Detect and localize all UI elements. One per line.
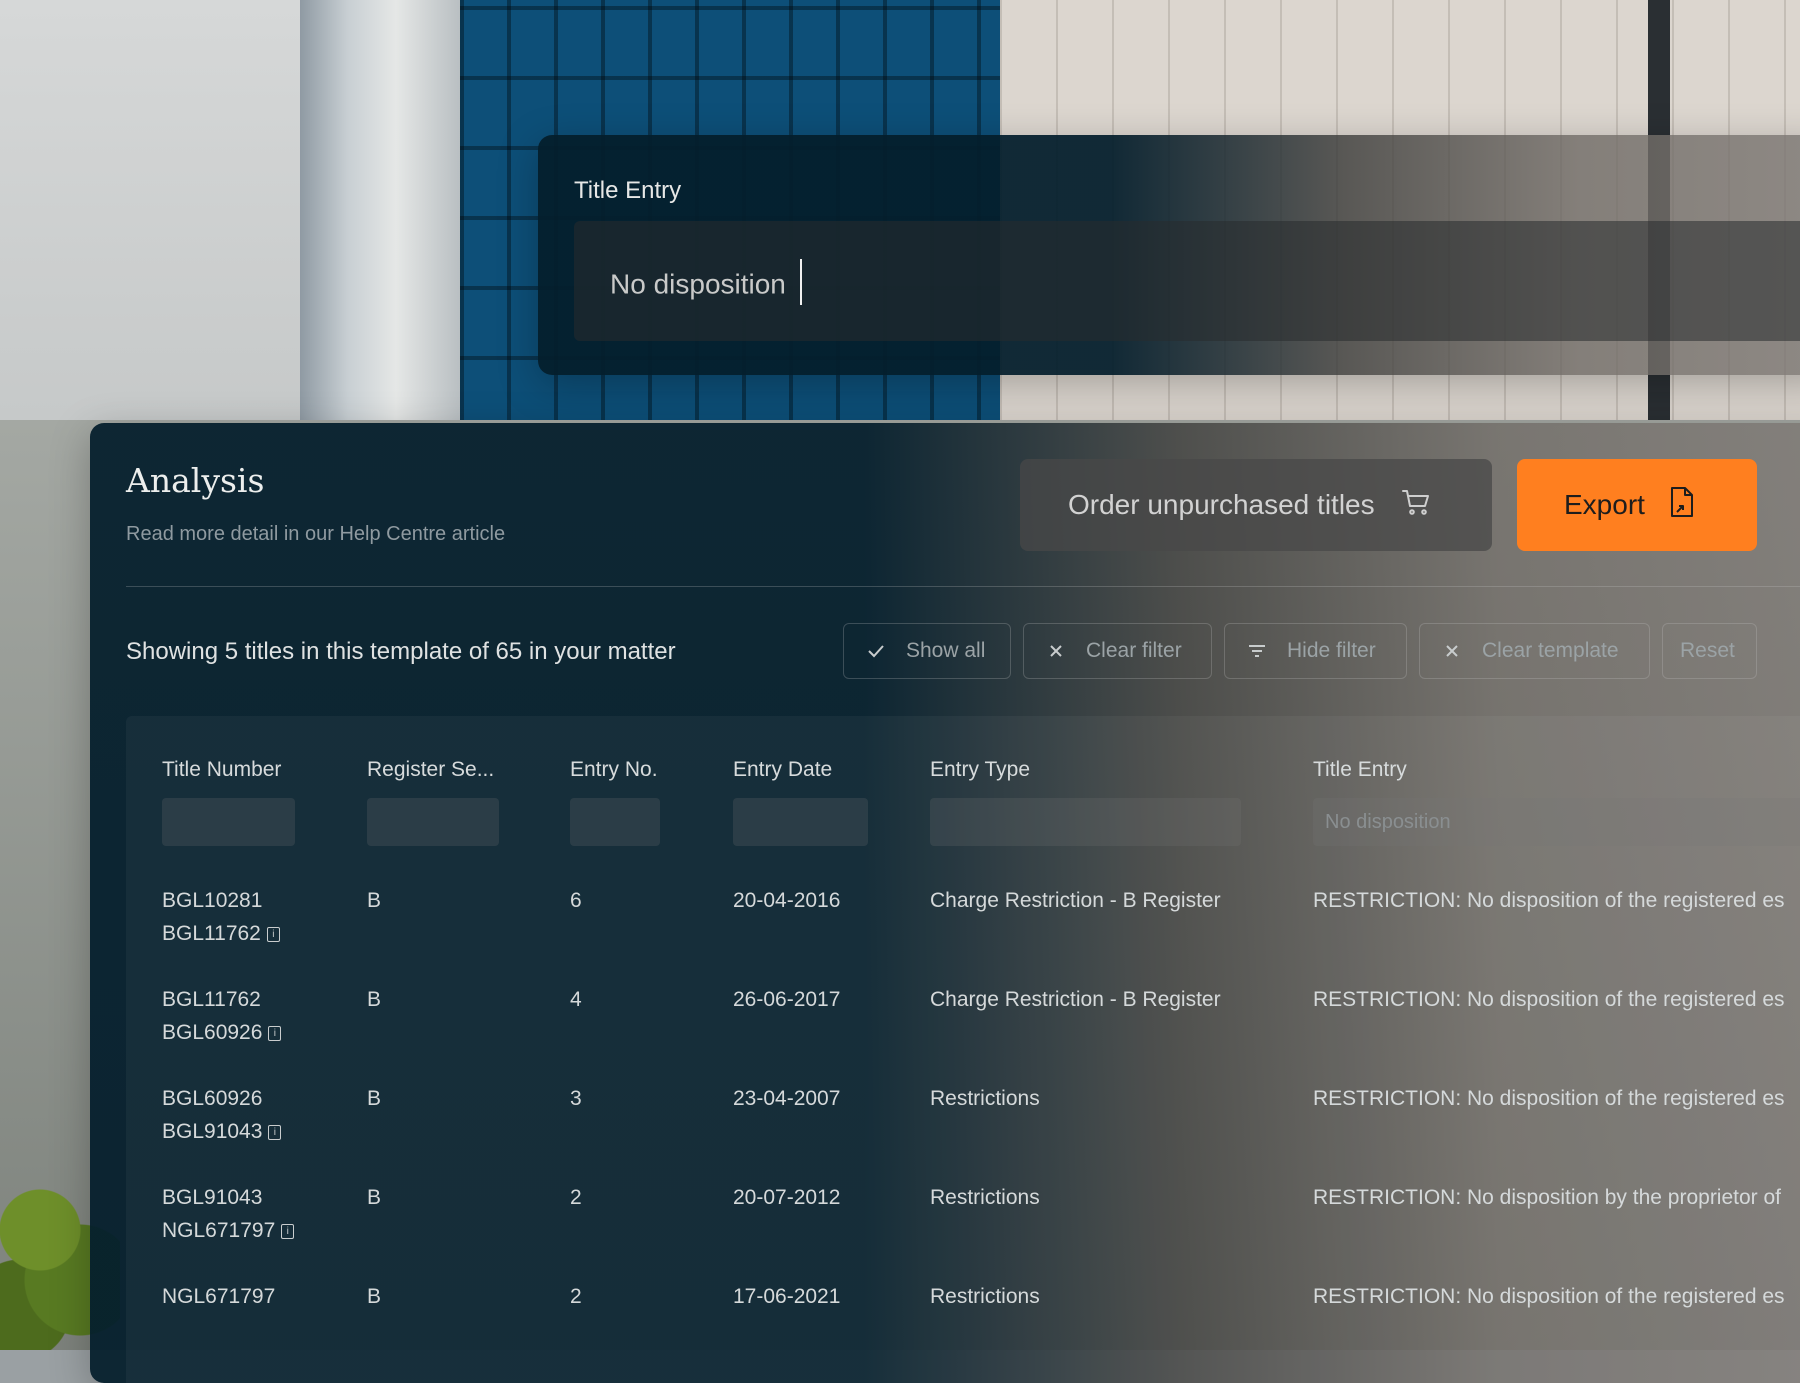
title-entry-card: Title Entry No disposition [538,135,1800,375]
entry-date: 17-06-2021 [733,1285,841,1308]
linked-title-number[interactable]: BGL11762 [162,922,261,945]
reset-button[interactable]: Reset [1662,623,1757,679]
register-section: B [367,1186,382,1209]
entry-no: 2 [570,1186,582,1209]
linked-title-number[interactable]: NGL671797 [162,1219,275,1242]
title-number[interactable]: NGL671797 [162,1280,275,1313]
table-row[interactable]: BGL10281 BGL11762 i B 6 20-04-2016 Charge… [126,884,1800,983]
linked-title-number[interactable]: BGL91043 [162,1120,262,1143]
analysis-panel: Analysis Read more detail in our Help Ce… [90,423,1800,1383]
info-icon[interactable]: i [266,926,280,942]
titles-table: Title Number Register Se... Entry No. En… [126,716,1800,1383]
entry-type: Charge Restriction - B Register [930,988,1221,1011]
title-entry-text: RESTRICTION: No disposition of the regis… [1313,1087,1785,1110]
order-unpurchased-titles-button[interactable]: Order unpurchased titles [1020,459,1492,551]
entry-type: Restrictions [930,1285,1040,1308]
clear-filter-label: Clear filter [1086,639,1182,662]
title-entry-text: RESTRICTION: No disposition by the propr… [1313,1186,1782,1209]
close-icon [1442,641,1462,661]
entry-type-filter-input[interactable] [930,798,1241,846]
column-header-title-number[interactable]: Title Number [162,758,281,782]
export-button[interactable]: Export [1517,459,1757,551]
filter-icon [1247,641,1267,661]
column-header-entry-date[interactable]: Entry Date [733,758,832,782]
column-header-register-section[interactable]: Register Se... [367,758,494,782]
entry-no: 4 [570,988,582,1011]
title-number-filter-input[interactable] [162,798,295,846]
check-icon [866,641,886,661]
table-row[interactable]: BGL60926 BGL91043 i B 3 23-04-2007 Restri… [126,1082,1800,1181]
column-header-entry-no[interactable]: Entry No. [570,758,658,782]
title-entry-text: RESTRICTION: No disposition of the regis… [1313,1285,1785,1308]
reset-label: Reset [1680,639,1735,662]
cart-icon [1401,487,1431,524]
text-caret [799,259,802,305]
register-section: B [367,1087,382,1110]
register-section: B [367,988,382,1011]
export-file-icon [1669,486,1695,525]
entry-type: Charge Restriction - B Register [930,889,1221,912]
title-entry-filter-input[interactable]: No disposition [1313,798,1800,846]
entry-type: Restrictions [930,1186,1040,1209]
close-icon [1046,641,1066,661]
show-all-label: Show all [906,639,986,662]
info-icon[interactable]: i [268,1124,282,1140]
entry-date: 26-06-2017 [733,988,841,1011]
entry-date: 20-07-2012 [733,1186,841,1209]
table-row[interactable]: NGL671797 B 2 17-06-2021 Restrictions RE… [126,1280,1800,1379]
title-entry-label: Title Entry [574,177,682,204]
title-entry-text: RESTRICTION: No disposition of the regis… [1313,988,1785,1011]
title-number[interactable]: BGL10281 [162,884,280,917]
header-divider [126,586,1800,587]
entry-date-filter-input[interactable] [733,798,868,846]
title-number[interactable]: BGL11762 [162,983,281,1016]
order-button-label: Order unpurchased titles [1068,489,1375,520]
title-entry-input[interactable]: No disposition [574,221,1800,341]
column-header-title-entry[interactable]: Title Entry [1313,758,1407,782]
table-row[interactable]: BGL91043 NGL671797 i B 2 20-07-2012 Restr… [126,1181,1800,1280]
register-section: B [367,1285,382,1308]
entry-type: Restrictions [930,1087,1040,1110]
info-icon[interactable]: i [281,1223,295,1239]
title-number[interactable]: BGL60926 [162,1082,281,1115]
register-section: B [367,889,382,912]
column-header-entry-type[interactable]: Entry Type [930,758,1030,782]
table-row[interactable]: BGL11762 BGL60926 i B 4 26-06-2017 Charge… [126,983,1800,1082]
export-button-label: Export [1564,489,1645,520]
linked-title-number[interactable]: BGL60926 [162,1021,262,1044]
entry-date: 23-04-2007 [733,1087,841,1110]
title-entry-value: No disposition [610,268,786,300]
info-icon[interactable]: i [268,1025,282,1041]
hide-filter-label: Hide filter [1287,639,1376,662]
clear-template-button[interactable]: Clear template [1419,623,1650,679]
clear-filter-button[interactable]: Clear filter [1023,623,1212,679]
entry-no: 2 [570,1285,582,1308]
entry-date: 20-04-2016 [733,889,841,912]
show-all-button[interactable]: Show all [843,623,1011,679]
showing-count-text: Showing 5 titles in this template of 65 … [126,638,676,665]
hide-filter-button[interactable]: Hide filter [1224,623,1407,679]
help-centre-link[interactable]: Read more detail in our Help Centre arti… [126,523,505,546]
title-number[interactable]: BGL91043 [162,1181,294,1214]
clear-template-label: Clear template [1482,639,1619,662]
entry-no: 6 [570,889,582,912]
register-section-filter-input[interactable] [367,798,499,846]
page-title: Analysis [126,461,265,500]
entry-no-filter-input[interactable] [570,798,660,846]
entry-no: 3 [570,1087,582,1110]
title-entry-text: RESTRICTION: No disposition of the regis… [1313,889,1785,912]
